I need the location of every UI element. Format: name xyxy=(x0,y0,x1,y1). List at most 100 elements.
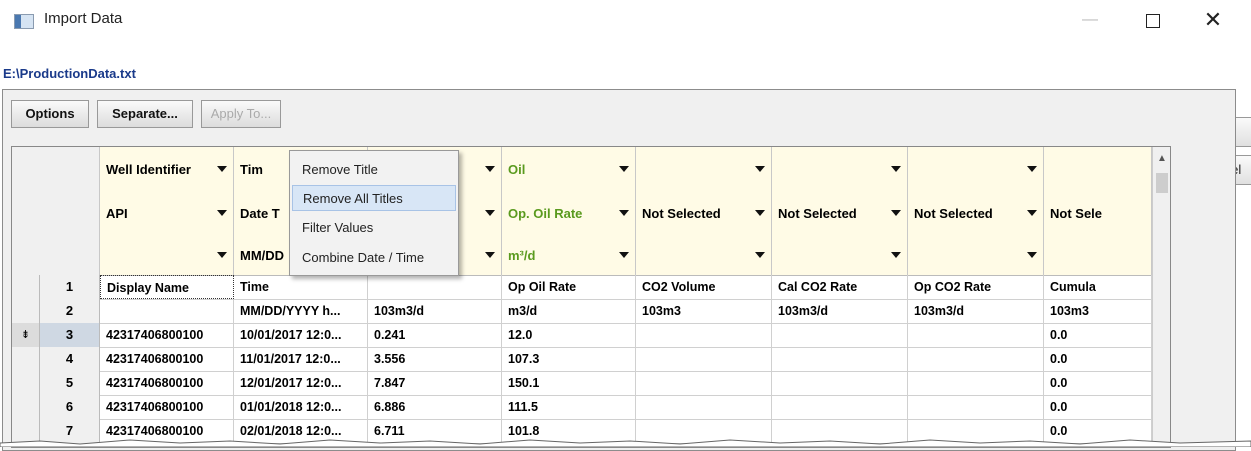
table-cell[interactable]: 0.241 xyxy=(368,323,502,347)
table-cell[interactable]: CO2 Volume xyxy=(636,275,772,299)
table-cell[interactable] xyxy=(636,323,772,347)
row-selector[interactable] xyxy=(12,395,40,419)
scrollbar-thumb[interactable] xyxy=(1156,173,1168,193)
chevron-down-icon xyxy=(755,210,765,216)
corner-cell xyxy=(12,147,100,191)
col7-unit-select[interactable] xyxy=(908,235,1044,275)
table-cell[interactable]: Op Oil Rate xyxy=(502,275,636,299)
menu-item-combine-date-time[interactable]: Combine Date / Time xyxy=(292,245,456,271)
title-bar: Import Data — ✕ xyxy=(0,0,1240,38)
table-cell[interactable]: 103m3/d xyxy=(772,299,908,323)
table-cell[interactable]: m3/d xyxy=(502,299,636,323)
col5-field-select[interactable]: Not Selected xyxy=(636,191,772,235)
table-cell[interactable] xyxy=(908,347,1044,371)
table-cell[interactable]: 7.847 xyxy=(368,371,502,395)
table-cell[interactable]: 42317406800100 xyxy=(100,347,234,371)
table-cell[interactable] xyxy=(636,371,772,395)
table-cell[interactable] xyxy=(772,395,908,419)
col1-unit-select[interactable] xyxy=(100,235,234,275)
col5-type-select[interactable] xyxy=(636,147,772,191)
table-cell[interactable]: 3.556 xyxy=(368,347,502,371)
table-row[interactable]: 4 42317406800100 11/01/2017 12:0... 3.556 10… xyxy=(12,347,1170,372)
table-cell[interactable]: Op CO2 Rate xyxy=(908,275,1044,299)
col6-unit-select[interactable] xyxy=(772,235,908,275)
minimize-button[interactable]: — xyxy=(1075,8,1105,32)
header-row-type: Well Identifier Tim Oil xyxy=(12,147,1152,192)
table-row[interactable]: 5 42317406800100 12/01/2017 12:0... 7.847 15… xyxy=(12,371,1170,396)
col4-field-label: Op. Oil Rate xyxy=(508,205,583,221)
col6-field-select[interactable]: Not Selected xyxy=(772,191,908,235)
table-cell[interactable]: 42317406800100 xyxy=(100,395,234,419)
col8-unit-select[interactable] xyxy=(1044,235,1152,275)
chevron-down-icon xyxy=(217,252,227,258)
table-cell[interactable]: 0.0 xyxy=(1044,323,1152,347)
table-cell[interactable]: 6.886 xyxy=(368,395,502,419)
table-cell[interactable]: Display Name xyxy=(100,275,234,299)
table-cell[interactable]: Cumula xyxy=(1044,275,1152,299)
options-button[interactable]: Options xyxy=(11,100,89,128)
table-cell[interactable]: 150.1 xyxy=(502,371,636,395)
table-cell[interactable]: 12.0 xyxy=(502,323,636,347)
table-cell[interactable]: 11/01/2017 12:0... xyxy=(234,347,368,371)
table-cell[interactable] xyxy=(772,371,908,395)
table-cell[interactable]: 0.0 xyxy=(1044,371,1152,395)
row-selector[interactable] xyxy=(12,275,40,299)
table-cell[interactable] xyxy=(636,347,772,371)
table-cell[interactable] xyxy=(772,323,908,347)
menu-item-remove-title[interactable]: Remove Title xyxy=(292,157,456,183)
apply-to-button[interactable]: Apply To... xyxy=(201,100,281,128)
col6-type-select[interactable] xyxy=(772,147,908,191)
table-cell[interactable]: 103m3/d xyxy=(368,299,502,323)
app-icon xyxy=(14,14,34,29)
table-cell[interactable]: 0.0 xyxy=(1044,395,1152,419)
table-cell[interactable]: 107.3 xyxy=(502,347,636,371)
col5-unit-select[interactable] xyxy=(636,235,772,275)
col4-type-select[interactable]: Oil xyxy=(502,147,636,191)
table-cell[interactable] xyxy=(908,395,1044,419)
table-cell[interactable]: 0.0 xyxy=(1044,347,1152,371)
row-selector[interactable] xyxy=(12,347,40,371)
row-selector[interactable] xyxy=(12,299,40,323)
close-button[interactable]: ✕ xyxy=(1198,8,1228,32)
table-cell[interactable]: 111.5 xyxy=(502,395,636,419)
table-cell[interactable] xyxy=(100,299,234,323)
col8-type-select[interactable] xyxy=(1044,147,1152,191)
table-cell[interactable]: 01/01/2018 12:0... xyxy=(234,395,368,419)
col1-field-select[interactable]: API xyxy=(100,191,234,235)
table-cell[interactable]: MM/DD/YYYY h... xyxy=(234,299,368,323)
col4-unit-label: m³/d xyxy=(508,247,536,263)
chevron-up-icon[interactable]: ▲ xyxy=(1157,153,1167,164)
table-cell[interactable]: 42317406800100 xyxy=(100,371,234,395)
maximize-button[interactable] xyxy=(1138,8,1168,32)
table-cell[interactable] xyxy=(636,395,772,419)
table-cell[interactable] xyxy=(908,371,1044,395)
row-selector[interactable]: ⇟ xyxy=(12,323,40,347)
table-cell[interactable]: 10/01/2017 12:0... xyxy=(234,323,368,347)
table-cell[interactable]: Cal CO2 Rate xyxy=(772,275,908,299)
col8-field-select[interactable]: Not Sele xyxy=(1044,191,1152,235)
table-cell[interactable] xyxy=(368,275,502,299)
table-cell[interactable]: 103m3 xyxy=(636,299,772,323)
col7-type-select[interactable] xyxy=(908,147,1044,191)
menu-item-remove-all-titles[interactable]: Remove All Titles xyxy=(292,185,456,211)
table-cell[interactable]: 42317406800100 xyxy=(100,323,234,347)
separate-button[interactable]: Separate... xyxy=(97,100,193,128)
col1-type-select[interactable]: Well Identifier xyxy=(100,147,234,191)
table-row[interactable]: 2 MM/DD/YYYY h... 103m3/d m3/d 103m3 103m3/d 1… xyxy=(12,299,1170,324)
table-cell[interactable] xyxy=(772,347,908,371)
table-cell[interactable]: Time xyxy=(234,275,368,299)
col4-field-select[interactable]: Op. Oil Rate xyxy=(502,191,636,235)
table-row[interactable]: 1 Display Name Time Op Oil Rate CO2 Volume Ca… xyxy=(12,275,1170,300)
row-selector[interactable] xyxy=(12,371,40,395)
table-row[interactable]: 6 42317406800100 01/01/2018 12:0... 6.886 11… xyxy=(12,395,1170,420)
menu-item-filter-values[interactable]: Filter Values xyxy=(292,215,456,241)
col4-unit-select[interactable]: m³/d xyxy=(502,235,636,275)
table-cell[interactable]: 103m3 xyxy=(1044,299,1152,323)
table-cell[interactable]: 103m3/d xyxy=(908,299,1044,323)
col7-field-select[interactable]: Not Selected xyxy=(908,191,1044,235)
vertical-scrollbar[interactable]: ▲ xyxy=(1152,147,1170,447)
table-cell[interactable]: 12/01/2017 12:0... xyxy=(234,371,368,395)
col4-type-label: Oil xyxy=(508,161,526,177)
table-cell[interactable] xyxy=(908,323,1044,347)
table-row[interactable]: ⇟ 3 42317406800100 10/01/2017 12:0... 0.241 1… xyxy=(12,323,1170,348)
